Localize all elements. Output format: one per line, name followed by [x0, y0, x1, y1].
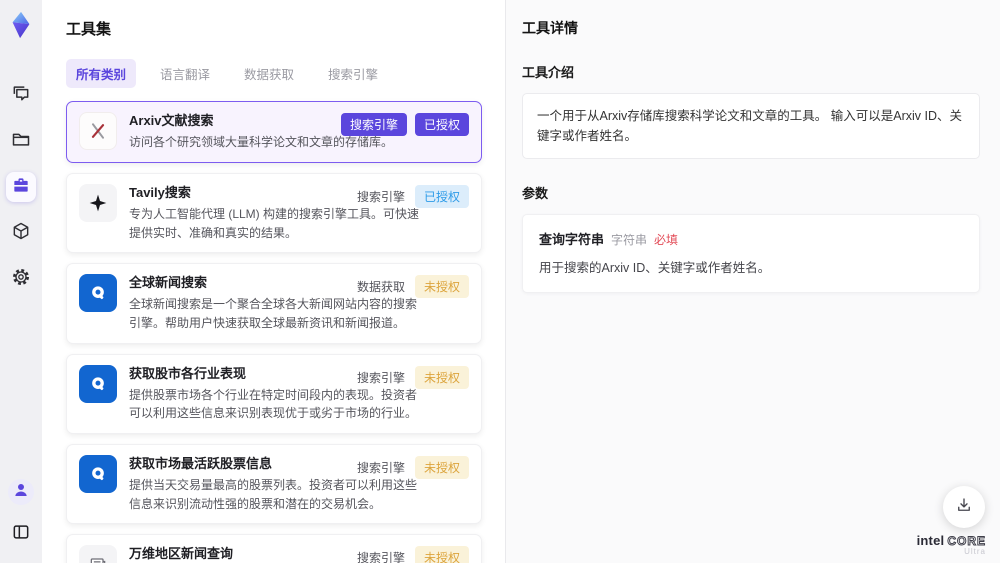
sidebar-item-files[interactable] [6, 126, 36, 156]
sidebar-item-toolset[interactable] [6, 172, 36, 202]
auth-badge: 未授权 [414, 546, 469, 563]
tool-card-tavily[interactable]: Tavily搜索 专为人工智能代理 (LLM) 构建的搜索引擎工具。可快速提供实… [66, 172, 482, 254]
core-wordmark: CORE [947, 533, 986, 548]
download-icon [955, 496, 973, 519]
user-avatar[interactable] [8, 479, 34, 505]
category-badge: 搜索引擎 [340, 113, 407, 136]
folder-icon [11, 129, 31, 154]
auth-badge: 未授权 [414, 275, 469, 299]
sidebar-item-chat[interactable] [6, 80, 36, 110]
newspaper-icon [79, 545, 117, 563]
sidebar-toggle[interactable] [6, 519, 36, 549]
category-badge: 搜索引擎 [356, 551, 405, 563]
tab-search-engine[interactable]: 搜索引擎 [318, 59, 388, 88]
tab-all-categories[interactable]: 所有类别 [66, 59, 137, 88]
cube-icon [11, 221, 31, 246]
auth-badge: 未授权 [414, 455, 469, 479]
category-tabs: 所有类别 语言翻译 数据获取 搜索引擎 [66, 59, 505, 88]
intro-text: 一个用于从Arxiv存储库搜索科学论文和文章的工具。 输入可以是Arxiv ID… [522, 93, 980, 159]
app-window: 工具集 所有类别 语言翻译 数据获取 搜索引擎 Arxiv文献搜索 访问各个研究… [0, 0, 1000, 563]
intel-core-logo: intel CORE Ultra [916, 532, 986, 557]
arxiv-logo-icon [79, 112, 117, 150]
blue-search-logo-icon [79, 274, 117, 313]
tool-detail-panel: 工具详情 工具介绍 一个用于从Arxiv存储库搜索科学论文和文章的工具。 输入可… [505, 0, 1000, 563]
param-card: 查询字符串 字符串 必填 用于搜索的Arxiv ID、关键字或作者姓名。 [522, 214, 980, 293]
category-badge: 数据获取 [356, 280, 405, 295]
param-name: 查询字符串 [539, 232, 605, 247]
tool-card-global-news[interactable]: 全球新闻搜索 全球新闻搜索是一个聚合全球各大新闻网站内容的搜索引擎。帮助用户快速… [66, 263, 482, 344]
sidebar-item-models[interactable] [6, 218, 36, 248]
tool-description: 全球新闻搜索是一个聚合全球各大新闻网站内容的搜索引擎。帮助用户快速获取全球最新资… [129, 297, 418, 330]
category-badge: 搜索引擎 [356, 460, 405, 475]
blue-search-logo-icon [79, 364, 117, 403]
download-button[interactable] [943, 486, 985, 528]
detail-title: 工具详情 [522, 20, 578, 36]
panel-toggle-icon [11, 522, 31, 547]
tool-card-arxiv[interactable]: Arxiv文献搜索 访问各个研究领域大量科学论文和文章的存储库。 搜索引擎 已授… [66, 101, 482, 163]
auth-badge: 已授权 [414, 184, 469, 208]
tool-description: 提供当天交易量最高的股票列表。投资者可以利用这些信息来识别流动性强的股票和潜在的… [129, 478, 418, 511]
tool-card-most-active-stocks[interactable]: 获取市场最活跃股票信息 提供当天交易量最高的股票列表。投资者可以利用这些信息来识… [66, 443, 482, 525]
param-type: 字符串 [611, 233, 648, 247]
brand-sub-label: Ultra [964, 547, 986, 557]
tab-language-translation[interactable]: 语言翻译 [150, 59, 220, 88]
tool-name: 万维地区新闻查询 [129, 546, 234, 562]
category-badge: 搜索引擎 [356, 370, 405, 385]
sidebar-item-settings[interactable] [6, 264, 36, 294]
params-heading: 参数 [522, 186, 549, 201]
app-logo-icon [4, 8, 38, 42]
blue-search-logo-icon [79, 454, 117, 493]
tab-data-fetch[interactable]: 数据获取 [234, 59, 304, 88]
category-badge: 搜索引擎 [356, 189, 405, 204]
toolset-panel: 工具集 所有类别 语言翻译 数据获取 搜索引擎 Arxiv文献搜索 访问各个研究… [42, 0, 531, 563]
gear-icon [11, 267, 31, 292]
chat-icon [11, 83, 31, 108]
param-description: 用于搜索的Arxiv ID、关键字或作者姓名。 [539, 261, 771, 275]
tool-description: 专为人工智能代理 (LLM) 构建的搜索引擎工具。可快速提供实时、准确和真实的结… [129, 206, 420, 240]
auth-badge: 未授权 [414, 365, 469, 389]
param-required-badge: 必填 [654, 233, 679, 247]
intro-heading: 工具介绍 [522, 65, 575, 80]
tool-list: Arxiv文献搜索 访问各个研究领域大量科学论文和文章的存储库。 搜索引擎 已授… [66, 101, 482, 563]
auth-badge: 已授权 [414, 113, 469, 136]
tool-description: 提供股票市场各个行业在特定时间段内的表现。投资者可以利用这些信息来识别表现优于或… [129, 387, 418, 421]
toolbox-icon [11, 175, 31, 200]
intel-wordmark: intel [916, 532, 945, 548]
tool-card-sector-performance[interactable]: 获取股市各行业表现 提供股票市场各个行业在特定时间段内的表现。投资者可以利用这些… [66, 353, 482, 434]
tavily-star-icon [79, 183, 117, 222]
user-icon [12, 481, 30, 504]
page-title: 工具集 [66, 21, 112, 38]
sidebar-rail [0, 0, 42, 563]
tool-card-regional-news[interactable]: 万维地区新闻查询 查询具体行政区划内的新闻，快速了解各地新闻动 搜索引擎 未授权 [66, 534, 482, 563]
